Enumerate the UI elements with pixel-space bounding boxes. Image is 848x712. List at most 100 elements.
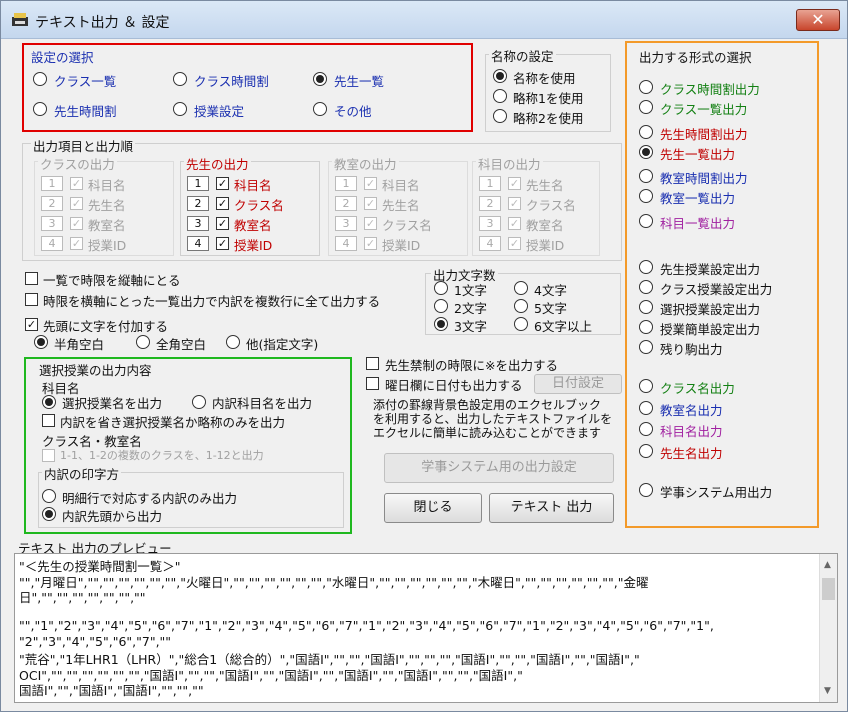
output-group-title: 先生の出力 <box>184 154 251 173</box>
format-radio-13[interactable] <box>639 401 653 415</box>
output-order-field[interactable]: 2 <box>479 196 501 211</box>
multiline-checkbox[interactable] <box>25 293 38 306</box>
forbidden-checkbox[interactable] <box>366 357 379 370</box>
subject-radio-0[interactable] <box>42 395 56 409</box>
output-item-checkbox[interactable] <box>216 197 229 210</box>
output-item-checkbox[interactable] <box>70 177 83 190</box>
output-item-label: 授業ID <box>382 238 421 253</box>
date-in-weekday-checkbox[interactable] <box>366 377 379 390</box>
output-order-field[interactable]: 2 <box>335 196 357 211</box>
output-order-field[interactable]: 3 <box>41 216 63 231</box>
output-item-checkbox[interactable] <box>70 237 83 250</box>
gakuji-setting-button[interactable]: 学事システム用の出力設定 <box>384 453 614 483</box>
print-radio-0[interactable] <box>42 489 56 503</box>
format-radio-1[interactable] <box>639 100 653 114</box>
setting-select-legend: 設定の選択 <box>29 47 96 66</box>
char-option-label: 1文字 <box>454 283 487 298</box>
format-radio-16[interactable] <box>639 483 653 497</box>
output-order-field[interactable]: 1 <box>41 176 63 191</box>
output-item-checkbox[interactable] <box>70 197 83 210</box>
print-radio-1[interactable] <box>42 507 56 521</box>
output-order-field[interactable]: 3 <box>187 216 209 231</box>
close-icon[interactable]: ✕ <box>796 9 840 31</box>
output-item-checkbox[interactable] <box>364 197 377 210</box>
format-radio-3[interactable] <box>639 145 653 159</box>
format-option-label: 学事システム用出力 <box>660 485 773 500</box>
setting-radio-5[interactable] <box>313 102 327 116</box>
format-radio-9[interactable] <box>639 300 653 314</box>
format-radio-4[interactable] <box>639 169 653 183</box>
output-item-checkbox[interactable] <box>216 237 229 250</box>
output-item-checkbox[interactable] <box>364 237 377 250</box>
text-output-button[interactable]: テキスト 出力 <box>489 493 614 523</box>
output-item-checkbox[interactable] <box>508 237 521 250</box>
omit-checkbox[interactable] <box>42 414 55 427</box>
format-radio-2[interactable] <box>639 125 653 139</box>
output-order-field[interactable]: 4 <box>335 236 357 251</box>
class-room-checkbox[interactable] <box>42 449 55 462</box>
setting-radio-3[interactable] <box>33 102 47 116</box>
format-radio-11[interactable] <box>639 340 653 354</box>
name-radio-1[interactable] <box>493 89 507 103</box>
print-label: 内訳の印字方 <box>42 464 122 483</box>
output-item-checkbox[interactable] <box>364 217 377 230</box>
char-radio-4[interactable] <box>434 317 448 331</box>
output-item-checkbox[interactable] <box>508 217 521 230</box>
prefix-checkbox[interactable] <box>25 318 38 331</box>
format-radio-7[interactable] <box>639 260 653 274</box>
subject-radio-1[interactable] <box>192 395 206 409</box>
output-item-label: クラス名 <box>526 198 576 213</box>
output-order-field[interactable]: 2 <box>41 196 63 211</box>
char-radio-0[interactable] <box>434 281 448 295</box>
prefix-radio-2[interactable] <box>226 335 240 349</box>
format-radio-12[interactable] <box>639 379 653 393</box>
name-setting-legend: 名称の設定 <box>489 46 556 65</box>
output-order-field[interactable]: 4 <box>41 236 63 251</box>
output-item-checkbox[interactable] <box>508 177 521 190</box>
output-order-field[interactable]: 4 <box>479 236 501 251</box>
char-radio-2[interactable] <box>434 299 448 313</box>
format-radio-5[interactable] <box>639 189 653 203</box>
output-order-field[interactable]: 1 <box>187 176 209 191</box>
output-item-checkbox[interactable] <box>364 177 377 190</box>
output-order-field[interactable]: 1 <box>479 176 501 191</box>
scroll-down-icon[interactable]: ▼ <box>824 686 831 696</box>
scroll-up-icon[interactable]: ▲ <box>824 560 831 570</box>
output-order-field[interactable]: 3 <box>479 216 501 231</box>
char-radio-1[interactable] <box>514 281 528 295</box>
output-item-label: 教室名 <box>526 218 564 233</box>
format-radio-14[interactable] <box>639 422 653 436</box>
output-order-field[interactable]: 3 <box>335 216 357 231</box>
title-bar[interactable]: テキスト出力 ＆ 設定 ✕ <box>1 1 847 39</box>
date-setting-button[interactable]: 日付設定 <box>534 374 622 394</box>
prefix-radio-1[interactable] <box>136 335 150 349</box>
format-radio-10[interactable] <box>639 320 653 334</box>
vertical-period-checkbox[interactable] <box>25 272 38 285</box>
setting-radio-1[interactable] <box>173 72 187 86</box>
output-order-field[interactable]: 1 <box>335 176 357 191</box>
format-radio-6[interactable] <box>639 214 653 228</box>
output-item-checkbox[interactable] <box>70 217 83 230</box>
format-radio-0[interactable] <box>639 80 653 94</box>
name-radio-2[interactable] <box>493 109 507 123</box>
name-radio-0[interactable] <box>493 69 507 83</box>
output-order-field[interactable]: 4 <box>187 236 209 251</box>
setting-radio-0[interactable] <box>33 72 47 86</box>
setting-radio-4[interactable] <box>173 102 187 116</box>
preview-scrollbar[interactable]: ▲ ▼ <box>819 554 837 702</box>
char-radio-3[interactable] <box>514 299 528 313</box>
prefix-radio-0[interactable] <box>34 335 48 349</box>
format-option-label: 科目一覧出力 <box>660 216 736 231</box>
preview-textarea[interactable]: "＜先生の授業時間割一覧＞" "","月曜日","","","","","",""… <box>14 553 838 703</box>
output-order-field[interactable]: 2 <box>187 196 209 211</box>
close-button[interactable]: 閉じる <box>384 493 482 523</box>
char-radio-5[interactable] <box>514 317 528 331</box>
output-item-checkbox[interactable] <box>508 197 521 210</box>
output-item-checkbox[interactable] <box>216 217 229 230</box>
format-radio-15[interactable] <box>639 444 653 458</box>
scroll-thumb[interactable] <box>822 578 835 600</box>
excel-note-line-3: エクセルに簡単に読み込むことができます <box>373 426 602 440</box>
setting-radio-2[interactable] <box>313 72 327 86</box>
format-radio-8[interactable] <box>639 280 653 294</box>
output-item-checkbox[interactable] <box>216 177 229 190</box>
